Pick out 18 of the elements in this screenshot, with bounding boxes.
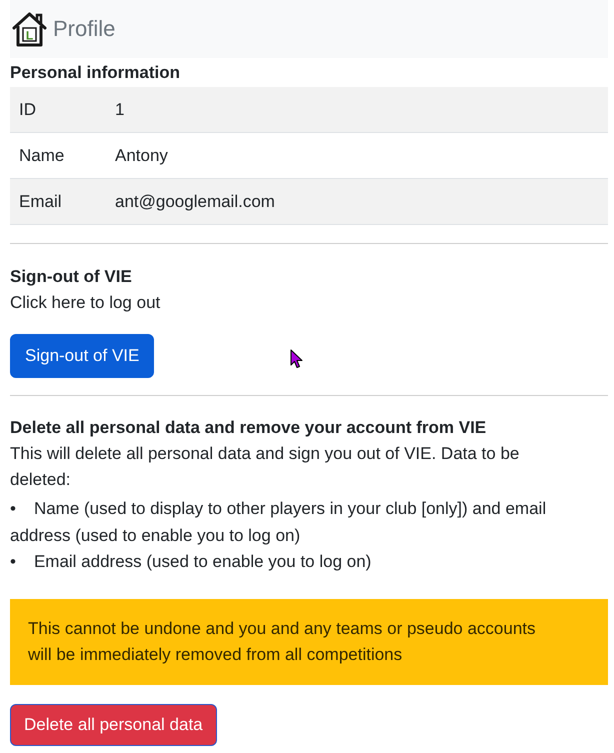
page-title: Profile (53, 15, 116, 43)
table-cell: Email (10, 178, 106, 224)
list-item-text: • Name (used to display to other players in your club [only]) and email address (used to enable you to log on) (10, 498, 548, 546)
table-cell: ant@googlemail.com (106, 178, 608, 224)
table-cell: Name (10, 132, 106, 178)
sign-out-button[interactable]: Sign-out of VIE (10, 334, 154, 378)
list-item-text: • Email address (used to enable you to log on) (10, 551, 372, 573)
description-text: This will delete all personal data and sign you out of VIE. Data to be deleted: (10, 443, 520, 491)
section-heading: Personal information (10, 62, 182, 84)
mouse-pointer-icon (290, 349, 303, 369)
description-text: Click here to log out (10, 292, 162, 314)
delete-data-button[interactable]: Delete all personal data (10, 704, 217, 746)
warning-alert: This cannot be undone and you and any teams or pseudo accounts will be immediately removed from all competitions (10, 598, 608, 684)
table-cell: ID (10, 87, 106, 132)
section-heading: Sign-out of VIE (10, 266, 133, 288)
table-cell: 1 (106, 87, 608, 132)
section-heading: Delete all personal data and remove your account from VIE (10, 417, 488, 439)
table-cell: Antony (106, 132, 608, 178)
